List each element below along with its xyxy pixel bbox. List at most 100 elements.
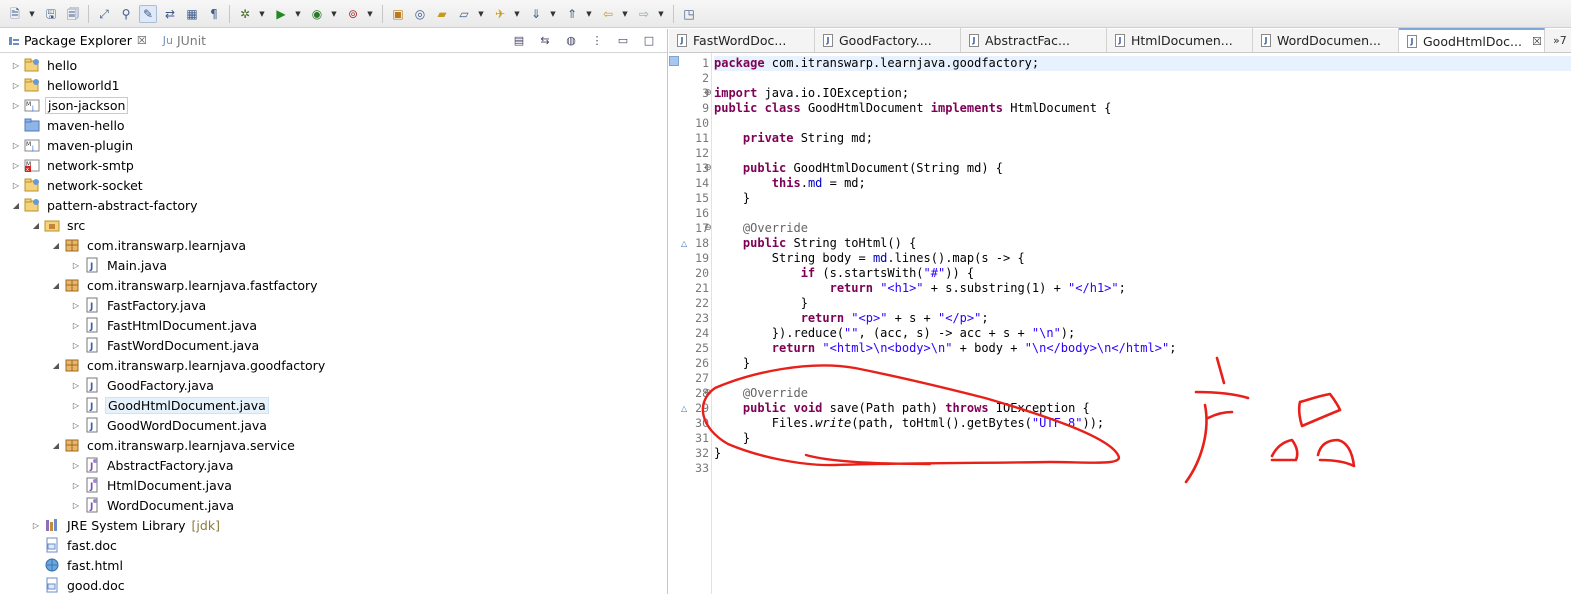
new-icon[interactable]: 🗎 [6, 5, 24, 23]
toggle-marker-icon[interactable]: ⚲ [117, 5, 135, 23]
tree-item[interactable]: ▷ J GoodHtmlDocument.java [0, 395, 667, 415]
paragraph-icon[interactable]: ¶ [205, 5, 223, 23]
tree-item[interactable]: ▷ M Jjson-jackson [0, 95, 667, 115]
save-all-icon[interactable]: 🗐 [64, 5, 82, 23]
code-line[interactable]: } [714, 431, 750, 446]
code-line[interactable]: Files.write(path, toHtml().getBytes("UTF… [714, 416, 1104, 431]
tree-item[interactable]: maven-hello [0, 115, 667, 135]
tree-item[interactable]: ▷ J GoodFactory.java [0, 375, 667, 395]
collapsed-chevron-icon[interactable]: ▷ [70, 481, 82, 490]
tree-item[interactable]: ▷ JRE System Library [jdk] [0, 515, 667, 535]
new-class-icon[interactable]: ◎ [411, 5, 429, 23]
collapsed-chevron-icon[interactable]: ▷ [10, 101, 22, 110]
expanded-chevron-icon[interactable]: ◢ [10, 201, 22, 210]
tab-package-explorer[interactable]: Package Explorer ☒ [0, 29, 155, 53]
editor-tab[interactable]: J HtmlDocumen... [1107, 28, 1253, 52]
collapsed-chevron-icon[interactable]: ▷ [10, 181, 22, 190]
tree-item[interactable]: ◢ com.itranswarp.learnjava.fastfactory [0, 275, 667, 295]
tree-item[interactable]: ▷ J GoodWordDocument.java [0, 415, 667, 435]
dropdown-arrow-icon[interactable]: ▼ [621, 10, 629, 18]
tree-item[interactable]: ▷ J FastHtmlDocument.java [0, 315, 667, 335]
collapsed-chevron-icon[interactable]: ▷ [70, 321, 82, 330]
code-line[interactable]: } [714, 446, 721, 461]
search-icon[interactable]: ✈ [491, 5, 509, 23]
debug-icon[interactable]: ✲ [236, 5, 254, 23]
code-area[interactable]: 1 2 3 ⊕ 9 10 11 12 13 ⊖ 14 15 16 17 ⊖ 18 △ 19 20 21 22 23 24 25… [669, 53, 1571, 594]
expanded-chevron-icon[interactable]: ◢ [50, 361, 62, 370]
new-package-icon[interactable]: ▣ [389, 5, 407, 23]
code-line[interactable]: public void save(Path path) throws IOExc… [714, 401, 1090, 416]
code-line[interactable]: return "<h1>" + s.substring(1) + "</h1>"… [714, 281, 1126, 296]
external-tools-icon[interactable]: ⊚ [344, 5, 362, 23]
editor-tab[interactable]: J GoodFactory.... [815, 28, 961, 52]
link-with-editor-icon[interactable]: ⇆ [537, 33, 553, 49]
collapsed-chevron-icon[interactable]: ▷ [70, 421, 82, 430]
collapsed-chevron-icon[interactable]: ▷ [70, 461, 82, 470]
tree-item[interactable]: fast.html [0, 555, 667, 575]
tree-item[interactable]: ◢ com.itranswarp.learnjava.goodfactory [0, 355, 667, 375]
tree-item[interactable]: ▷ J FastWordDocument.java [0, 335, 667, 355]
tree-item[interactable]: ▷ helloworld1 [0, 75, 667, 95]
collapsed-chevron-icon[interactable]: ▷ [10, 61, 22, 70]
prev-edit-icon[interactable]: ⇑ [563, 5, 581, 23]
code-line[interactable]: return "<p>" + s + "</p>"; [714, 311, 989, 326]
tree-item[interactable]: ◢ com.itranswarp.learnjava [0, 235, 667, 255]
code-line[interactable]: } [714, 191, 750, 206]
mark-occurrences-icon[interactable]: ✎ [139, 4, 157, 23]
collapsed-chevron-icon[interactable]: ▷ [10, 141, 22, 150]
coverage-icon[interactable]: ◉ [308, 5, 326, 23]
next-annotation-icon[interactable]: ⇄ [161, 5, 179, 23]
pin-icon[interactable]: ⤢ [95, 5, 113, 23]
fold-collapse-icon[interactable]: ⊖ [703, 221, 713, 236]
dropdown-arrow-icon[interactable]: ▼ [477, 10, 485, 18]
code-line[interactable]: @Override [714, 386, 808, 401]
fold-expand-icon[interactable]: ⊕ [703, 86, 713, 101]
editor-tab[interactable]: J GoodHtmlDoc... ☒ [1399, 28, 1545, 52]
code-line[interactable]: private String md; [714, 131, 873, 146]
dropdown-arrow-icon[interactable]: ▼ [513, 10, 521, 18]
view-menu-icon[interactable]: ⋮ [589, 33, 605, 49]
close-icon[interactable]: ☒ [137, 34, 147, 47]
tree-item[interactable]: ◢ com.itranswarp.learnjava.service [0, 435, 667, 455]
code-line[interactable]: import java.io.IOException; [714, 86, 909, 101]
open-task-icon[interactable]: ▱ [455, 5, 473, 23]
editor-tab[interactable]: J WordDocumen... [1253, 28, 1399, 52]
tree-item[interactable]: ▷ J WordDocument.java [0, 495, 667, 515]
tree-item[interactable]: ▷ J FastFactory.java [0, 295, 667, 315]
maximize-icon[interactable]: ◳ [680, 5, 698, 23]
collapsed-chevron-icon[interactable]: ▷ [70, 261, 82, 270]
close-icon[interactable]: ☒ [1532, 35, 1542, 48]
dropdown-arrow-icon[interactable]: ▼ [28, 10, 36, 18]
expanded-chevron-icon[interactable]: ◢ [30, 221, 42, 230]
code-line[interactable]: } [714, 296, 808, 311]
dropdown-arrow-icon[interactable]: ▼ [366, 10, 374, 18]
dropdown-arrow-icon[interactable]: ▼ [585, 10, 593, 18]
focus-icon[interactable]: ◍ [563, 33, 579, 49]
dropdown-arrow-icon[interactable]: ▼ [657, 10, 665, 18]
back-icon[interactable]: ⇦ [599, 5, 617, 23]
dropdown-arrow-icon[interactable]: ▼ [549, 10, 557, 18]
collapsed-chevron-icon[interactable]: ▷ [70, 401, 82, 410]
collapsed-chevron-icon[interactable]: ▷ [70, 381, 82, 390]
code-line[interactable]: }).reduce("", (acc, s) -> acc + s + "\n"… [714, 326, 1075, 341]
tree-item[interactable]: ▷ network-socket [0, 175, 667, 195]
dropdown-arrow-icon[interactable]: ▼ [294, 10, 302, 18]
collapsed-chevron-icon[interactable]: ▷ [10, 81, 22, 90]
tree-item[interactable]: good.doc [0, 575, 667, 594]
collapsed-chevron-icon[interactable]: ▷ [70, 301, 82, 310]
code-line[interactable]: public String toHtml() { [714, 236, 916, 251]
code-line[interactable]: String body = md.lines().map(s -> { [714, 251, 1025, 266]
code-line[interactable]: package com.itranswarp.learnjava.goodfac… [714, 56, 1571, 71]
minimize-icon[interactable]: ▭ [615, 33, 631, 49]
dropdown-arrow-icon[interactable]: ▼ [258, 10, 266, 18]
code-line[interactable]: } [714, 356, 750, 371]
code-line[interactable]: return "<html>\n<body>\n" + body + "\n</… [714, 341, 1177, 356]
forward-icon[interactable]: ⇨ [635, 5, 653, 23]
code-line[interactable]: if (s.startsWith("#")) { [714, 266, 974, 281]
editor-tab[interactable]: J AbstractFac... [961, 28, 1107, 52]
expanded-chevron-icon[interactable]: ◢ [50, 241, 62, 250]
tree-item[interactable]: fast.doc [0, 535, 667, 555]
dropdown-arrow-icon[interactable]: ▼ [330, 10, 338, 18]
collapsed-chevron-icon[interactable]: ▷ [70, 501, 82, 510]
tree-item[interactable]: ▷ J AbstractFactory.java [0, 455, 667, 475]
